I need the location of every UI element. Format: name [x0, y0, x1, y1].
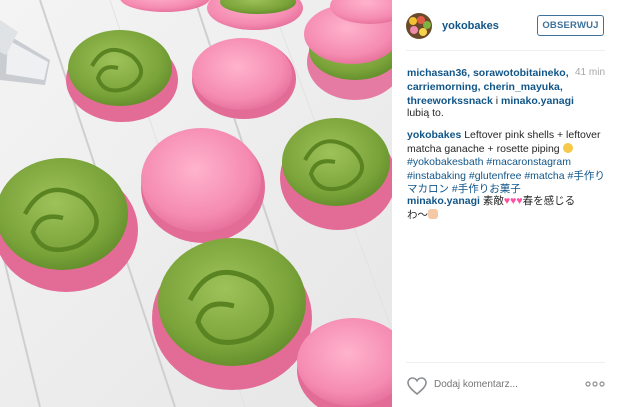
follow-button[interactable]: OBSERWUJ — [537, 15, 604, 36]
caption-hashtags-1[interactable]: #yokobakesbath #macaronstagram — [407, 156, 571, 168]
likes-suffix: lubią to. — [407, 107, 444, 119]
header-divider — [406, 50, 605, 51]
comment-item: minako.yanagi 素敵♥♥♥春を感じる わ〜 — [407, 195, 607, 222]
comment-text-1: 素敵 — [482, 195, 504, 207]
post-author-username[interactable]: yokobakes — [442, 20, 499, 32]
post-header: yokobakes OBSERWUJ — [392, 0, 619, 50]
smiling-face-icon — [562, 142, 573, 153]
caption-username[interactable]: yokobakes — [407, 129, 461, 141]
clapping-hands-icon — [428, 208, 438, 219]
post-caption: yokobakes Leftover pink shells + leftove… — [407, 129, 607, 197]
caption-hashtags-3[interactable]: マカロン #手作りお菓子 — [407, 183, 521, 195]
comment-text-2: 春を感じる — [522, 195, 576, 207]
like-button[interactable] — [407, 377, 427, 396]
likers-connector: i — [495, 95, 499, 107]
heart-outline-icon — [407, 377, 427, 396]
more-options-button[interactable] — [585, 379, 605, 389]
comment-username[interactable]: minako.yanagi — [407, 195, 480, 207]
avatar-image — [406, 13, 432, 39]
comment-input[interactable] — [434, 379, 554, 390]
caption-hashtags-2[interactable]: #instabaking #glutenfree #matcha #手作り — [407, 170, 605, 182]
liker-last[interactable]: minako.yanagi — [501, 95, 574, 107]
pink-heart-icon: ♥♥♥ — [503, 195, 523, 207]
post-details-panel: yokobakes OBSERWUJ 41 min michasan36, so… — [392, 0, 619, 407]
footer-divider — [406, 362, 605, 363]
macarons-image — [0, 0, 392, 407]
post-actions-bar — [392, 370, 619, 407]
comment-text-3: わ〜 — [407, 208, 428, 221]
likes-summary: michasan36, sorawotobitaineko, carriemor… — [407, 66, 607, 108]
post-photo[interactable] — [0, 0, 392, 407]
ellipsis-icon — [585, 381, 605, 387]
instagram-post-modal: yokobakes OBSERWUJ 41 min michasan36, so… — [0, 0, 619, 407]
avatar[interactable] — [406, 13, 432, 39]
